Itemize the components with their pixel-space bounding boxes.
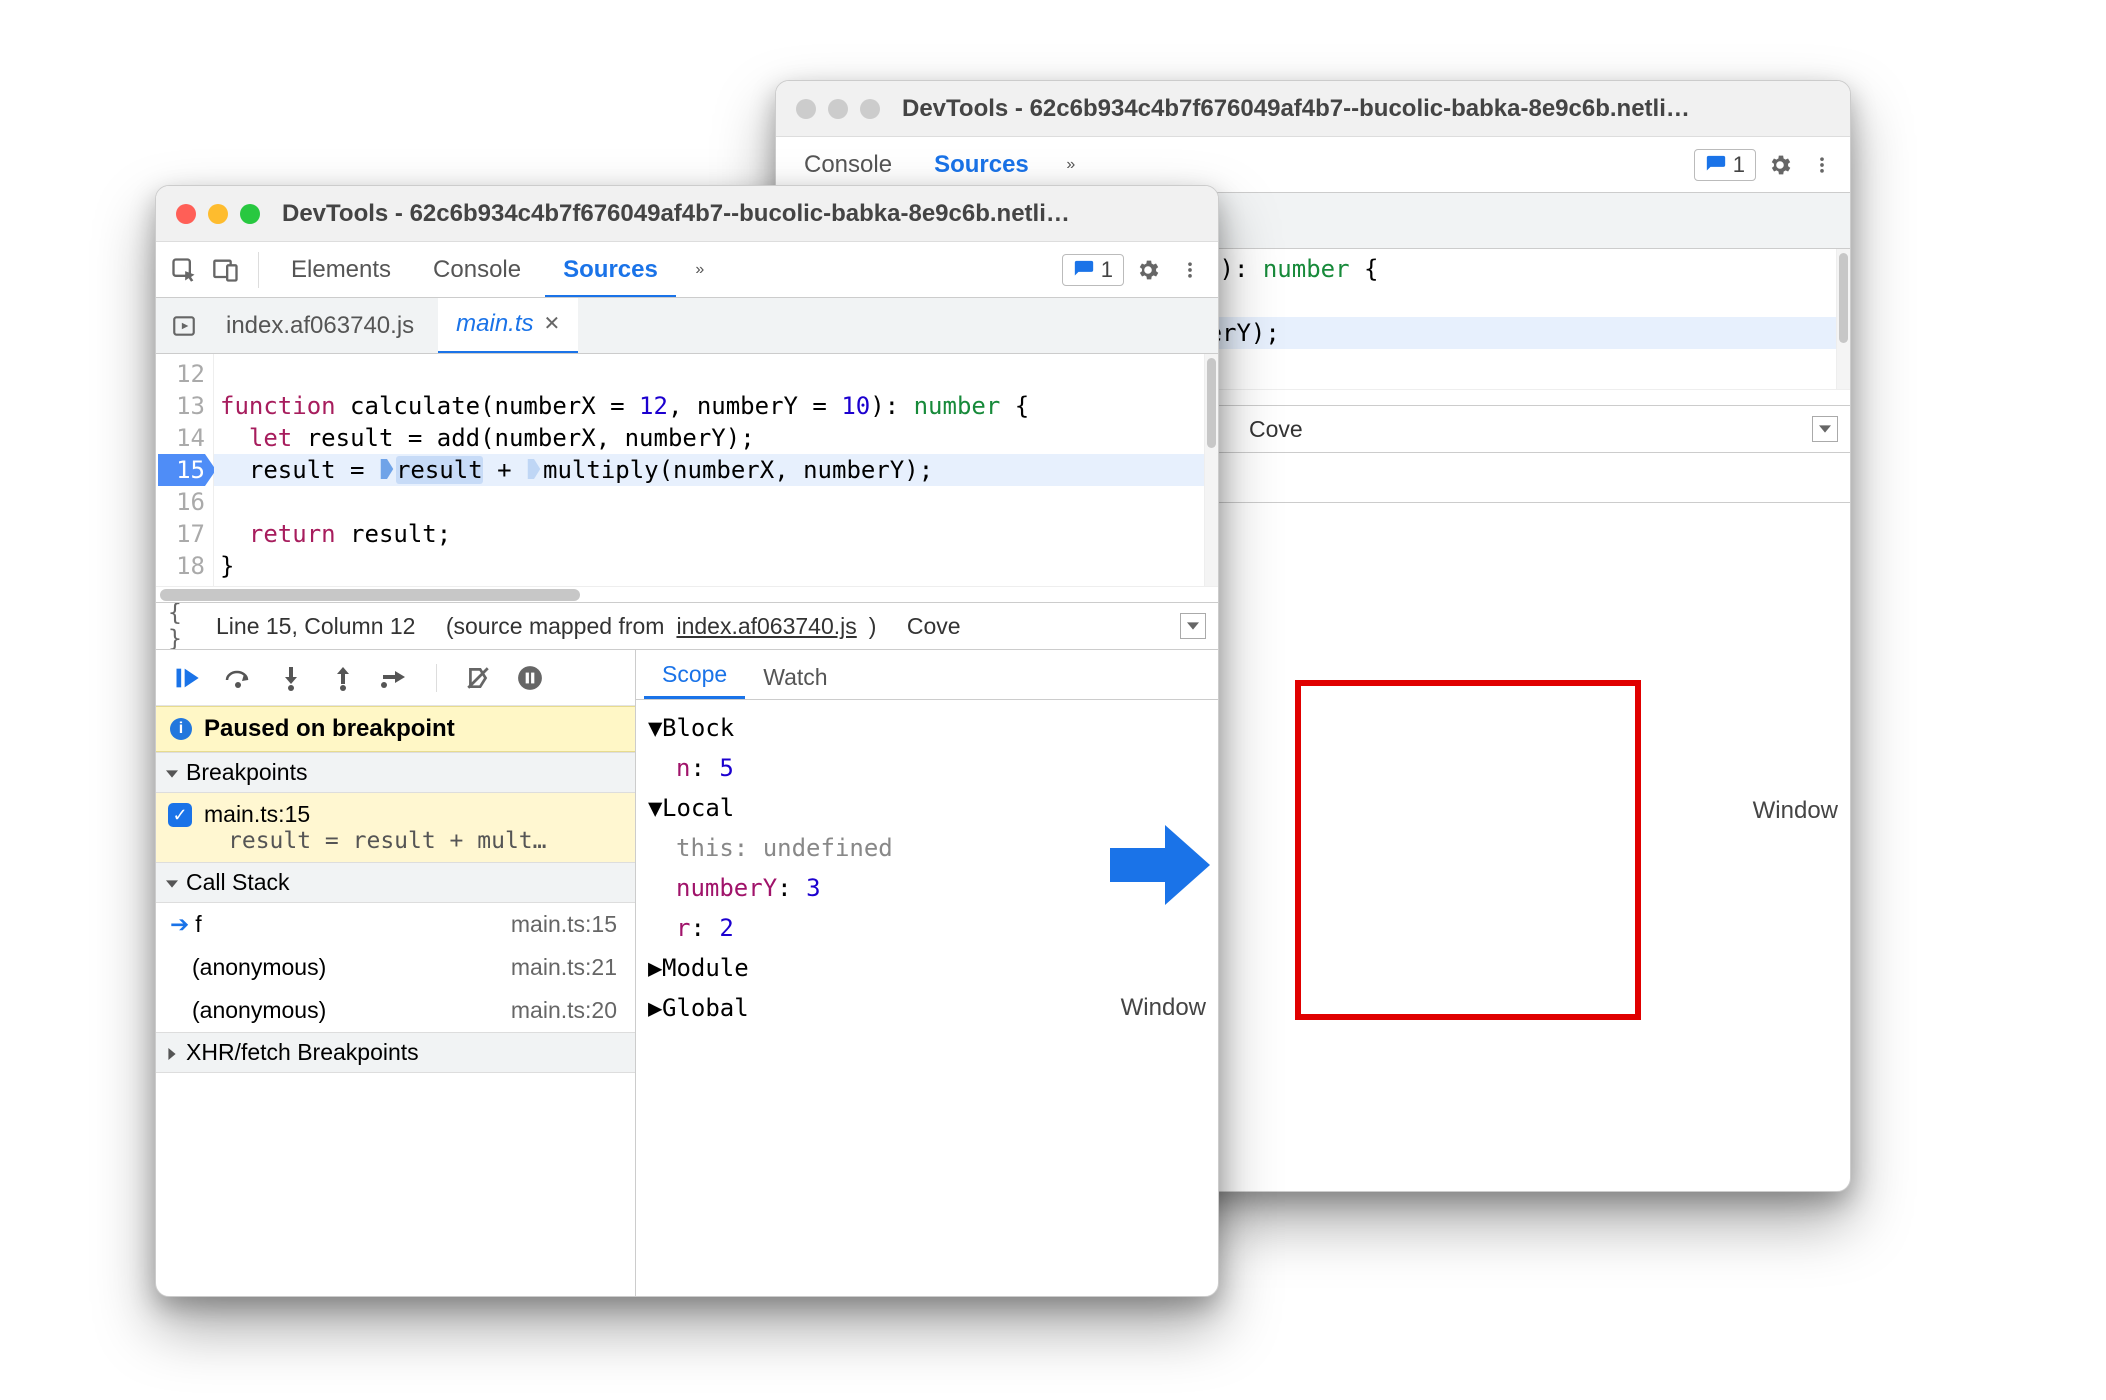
titlebar: DevTools - 62c6b934c4b7f676049af4b7--buc… bbox=[776, 81, 1850, 137]
step-icon[interactable] bbox=[380, 663, 410, 693]
info-icon: i bbox=[170, 718, 192, 740]
more-tabs-icon[interactable]: » bbox=[1053, 147, 1089, 183]
sourcemap-link[interactable]: index.af063740.js bbox=[676, 613, 856, 640]
kebab-menu-icon[interactable] bbox=[1172, 252, 1208, 288]
call-stack-list: ➔fmain.ts:15 (anonymous)main.ts:21 (anon… bbox=[156, 903, 635, 1032]
section-xhr[interactable]: XHR/fetch Breakpoints bbox=[156, 1032, 635, 1073]
issues-badge[interactable]: 1 bbox=[1694, 149, 1756, 181]
horizontal-scrollbar[interactable] bbox=[156, 586, 1218, 602]
window-title: DevTools - 62c6b934c4b7f676049af4b7--buc… bbox=[282, 200, 1198, 228]
settings-icon[interactable] bbox=[1130, 252, 1166, 288]
resume-icon[interactable] bbox=[172, 663, 202, 693]
pause-icon[interactable] bbox=[515, 663, 545, 693]
more-tabs-icon[interactable]: » bbox=[682, 252, 718, 288]
pretty-print-icon[interactable]: { } bbox=[168, 608, 204, 644]
device-icon[interactable] bbox=[208, 252, 244, 288]
breakpoint-item[interactable]: ✓ main.ts:15 result = result + mult… bbox=[156, 793, 635, 862]
scope-tabs: Scope Watch bbox=[636, 650, 1218, 700]
current-frame-icon: ➔ bbox=[170, 911, 189, 937]
sourcemap-prefix: (source mapped from bbox=[446, 613, 665, 640]
coverage-label: Cove bbox=[1249, 416, 1303, 443]
tab-elements[interactable]: Elements bbox=[273, 242, 409, 298]
vertical-scrollbar[interactable] bbox=[1836, 249, 1850, 389]
stack-frame-0[interactable]: ➔fmain.ts:15 bbox=[156, 903, 635, 946]
file-tab-label: main.ts bbox=[456, 298, 533, 352]
issues-count: 1 bbox=[1733, 152, 1745, 178]
stack-frame-1[interactable]: (anonymous)main.ts:21 bbox=[156, 946, 635, 989]
line-gutter[interactable]: 12 13 14 15 16 17 18 bbox=[156, 354, 214, 586]
scope-tab-watch[interactable]: Watch bbox=[745, 656, 845, 699]
close-dot[interactable] bbox=[176, 204, 196, 224]
code-editor[interactable]: 12 13 14 15 16 17 18 function calculate(… bbox=[156, 354, 1218, 586]
issue-icon bbox=[1705, 154, 1727, 176]
step-into-icon[interactable] bbox=[276, 663, 306, 693]
kebab-menu-icon[interactable] bbox=[1804, 147, 1840, 183]
file-tabs: index.af063740.js main.ts ✕ bbox=[156, 298, 1218, 354]
window-title: DevTools - 62c6b934c4b7f676049af4b7--buc… bbox=[902, 95, 1830, 123]
breakpoint-file: main.ts:15 bbox=[204, 801, 621, 828]
scope-tree: ▼Block n: 5 ▼Local this: undefined numbe… bbox=[636, 700, 1218, 1296]
call-marker-icon bbox=[526, 455, 542, 487]
scope-tab-scope[interactable]: Scope bbox=[644, 653, 745, 699]
status-dropdown-icon[interactable] bbox=[1180, 613, 1206, 639]
status-bar: { } Line 15, Column 12 (source mapped fr… bbox=[156, 602, 1218, 650]
coverage-label: Cove bbox=[907, 613, 961, 640]
step-over-icon[interactable] bbox=[224, 663, 254, 693]
vertical-scrollbar[interactable] bbox=[1204, 354, 1218, 586]
inspect-icon[interactable] bbox=[166, 252, 202, 288]
step-out-icon[interactable] bbox=[328, 663, 358, 693]
annotation-arrow-icon bbox=[1110, 820, 1210, 915]
status-dropdown-icon[interactable] bbox=[1812, 416, 1838, 442]
traffic-lights bbox=[176, 204, 260, 224]
var-n[interactable]: n: 5 bbox=[648, 748, 1206, 788]
scope-global[interactable]: ▶GlobalWindow bbox=[648, 988, 1206, 1028]
navigator-toggle-icon[interactable] bbox=[166, 308, 202, 344]
zoom-dot[interactable] bbox=[860, 99, 880, 119]
section-breakpoints[interactable]: Breakpoints bbox=[156, 752, 635, 793]
cursor-position: Line 15, Column 12 bbox=[216, 613, 415, 640]
pause-message: Paused on breakpoint bbox=[204, 715, 455, 743]
code-lines: function calculate(numberX = 12, numberY… bbox=[214, 354, 1204, 586]
scope-block[interactable]: ▼Block bbox=[648, 708, 1206, 748]
tab-sources[interactable]: Sources bbox=[545, 242, 676, 298]
titlebar: DevTools - 62c6b934c4b7f676049af4b7--buc… bbox=[156, 186, 1218, 242]
close-dot[interactable] bbox=[796, 99, 816, 119]
tab-console[interactable]: Console bbox=[415, 242, 539, 298]
pause-banner: i Paused on breakpoint bbox=[156, 706, 635, 752]
debug-controls bbox=[156, 650, 635, 706]
zoom-dot[interactable] bbox=[240, 204, 260, 224]
checkbox-icon[interactable]: ✓ bbox=[168, 803, 192, 827]
traffic-lights bbox=[796, 99, 880, 119]
minimize-dot[interactable] bbox=[208, 204, 228, 224]
devtools-window-front: DevTools - 62c6b934c4b7f676049af4b7--buc… bbox=[155, 185, 1219, 1297]
debugger-sidebar: i Paused on breakpoint Breakpoints ✓ mai… bbox=[156, 650, 636, 1296]
stack-frame-2[interactable]: (anonymous)main.ts:20 bbox=[156, 989, 635, 1032]
scope-module[interactable]: ▶Module bbox=[648, 948, 1206, 988]
breakpoint-code: result = result + mult… bbox=[204, 828, 621, 854]
settings-icon[interactable] bbox=[1762, 147, 1798, 183]
minimize-dot[interactable] bbox=[828, 99, 848, 119]
deactivate-breakpoints-icon[interactable] bbox=[463, 663, 493, 693]
section-callstack[interactable]: Call Stack bbox=[156, 862, 635, 903]
file-tab-main[interactable]: main.ts ✕ bbox=[438, 298, 578, 354]
issues-badge[interactable]: 1 bbox=[1062, 254, 1124, 286]
exec-marker-icon bbox=[379, 455, 395, 487]
main-toolbar: Elements Console Sources » 1 bbox=[156, 242, 1218, 298]
scope-panel: Scope Watch ▼Block n: 5 ▼Local this: und… bbox=[636, 650, 1218, 1296]
issue-icon bbox=[1073, 259, 1095, 281]
close-icon[interactable]: ✕ bbox=[544, 298, 561, 352]
issues-count: 1 bbox=[1101, 257, 1113, 283]
file-tab-index[interactable]: index.af063740.js bbox=[208, 298, 432, 354]
